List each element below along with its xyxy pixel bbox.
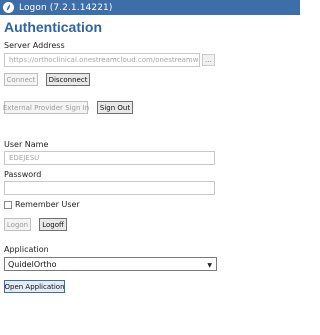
external-provider-signin-button[interactable]: External Provider Sign In xyxy=(3,101,89,114)
browse-server-button[interactable]: ... xyxy=(202,54,215,66)
onestream-logo-icon xyxy=(3,2,14,13)
connect-button[interactable]: Connect xyxy=(4,73,38,86)
application-selected-value: QuidelOrtho xyxy=(8,259,57,269)
logon-button[interactable]: Logon xyxy=(4,218,31,231)
password-field[interactable] xyxy=(4,181,215,195)
open-application-button[interactable]: Open Application xyxy=(4,280,65,293)
username-label: User Name xyxy=(4,140,49,149)
remember-user-checkbox[interactable] xyxy=(4,201,12,209)
window-titlebar: Logon (7.2.1.14221) xyxy=(0,0,300,15)
disconnect-button[interactable]: Disconnect xyxy=(46,73,90,86)
server-address-label: Server Address xyxy=(4,41,65,50)
logoff-button[interactable]: Logoff xyxy=(39,218,67,231)
password-label: Password xyxy=(4,170,42,179)
dropdown-arrow-icon: ▼ xyxy=(207,262,212,269)
sign-out-button[interactable]: Sign Out xyxy=(97,101,133,114)
page-title: Authentication xyxy=(4,19,102,35)
username-field[interactable]: EDEJESU xyxy=(4,151,215,165)
server-address-field[interactable]: https://orthoclinical.onestreamcloud.com… xyxy=(4,53,200,67)
remember-user-label: Remember User xyxy=(15,200,80,209)
application-select[interactable]: QuidelOrtho ▼ xyxy=(4,257,217,271)
window-title: Logon (7.2.1.14221) xyxy=(19,2,113,13)
application-label: Application xyxy=(4,245,49,254)
